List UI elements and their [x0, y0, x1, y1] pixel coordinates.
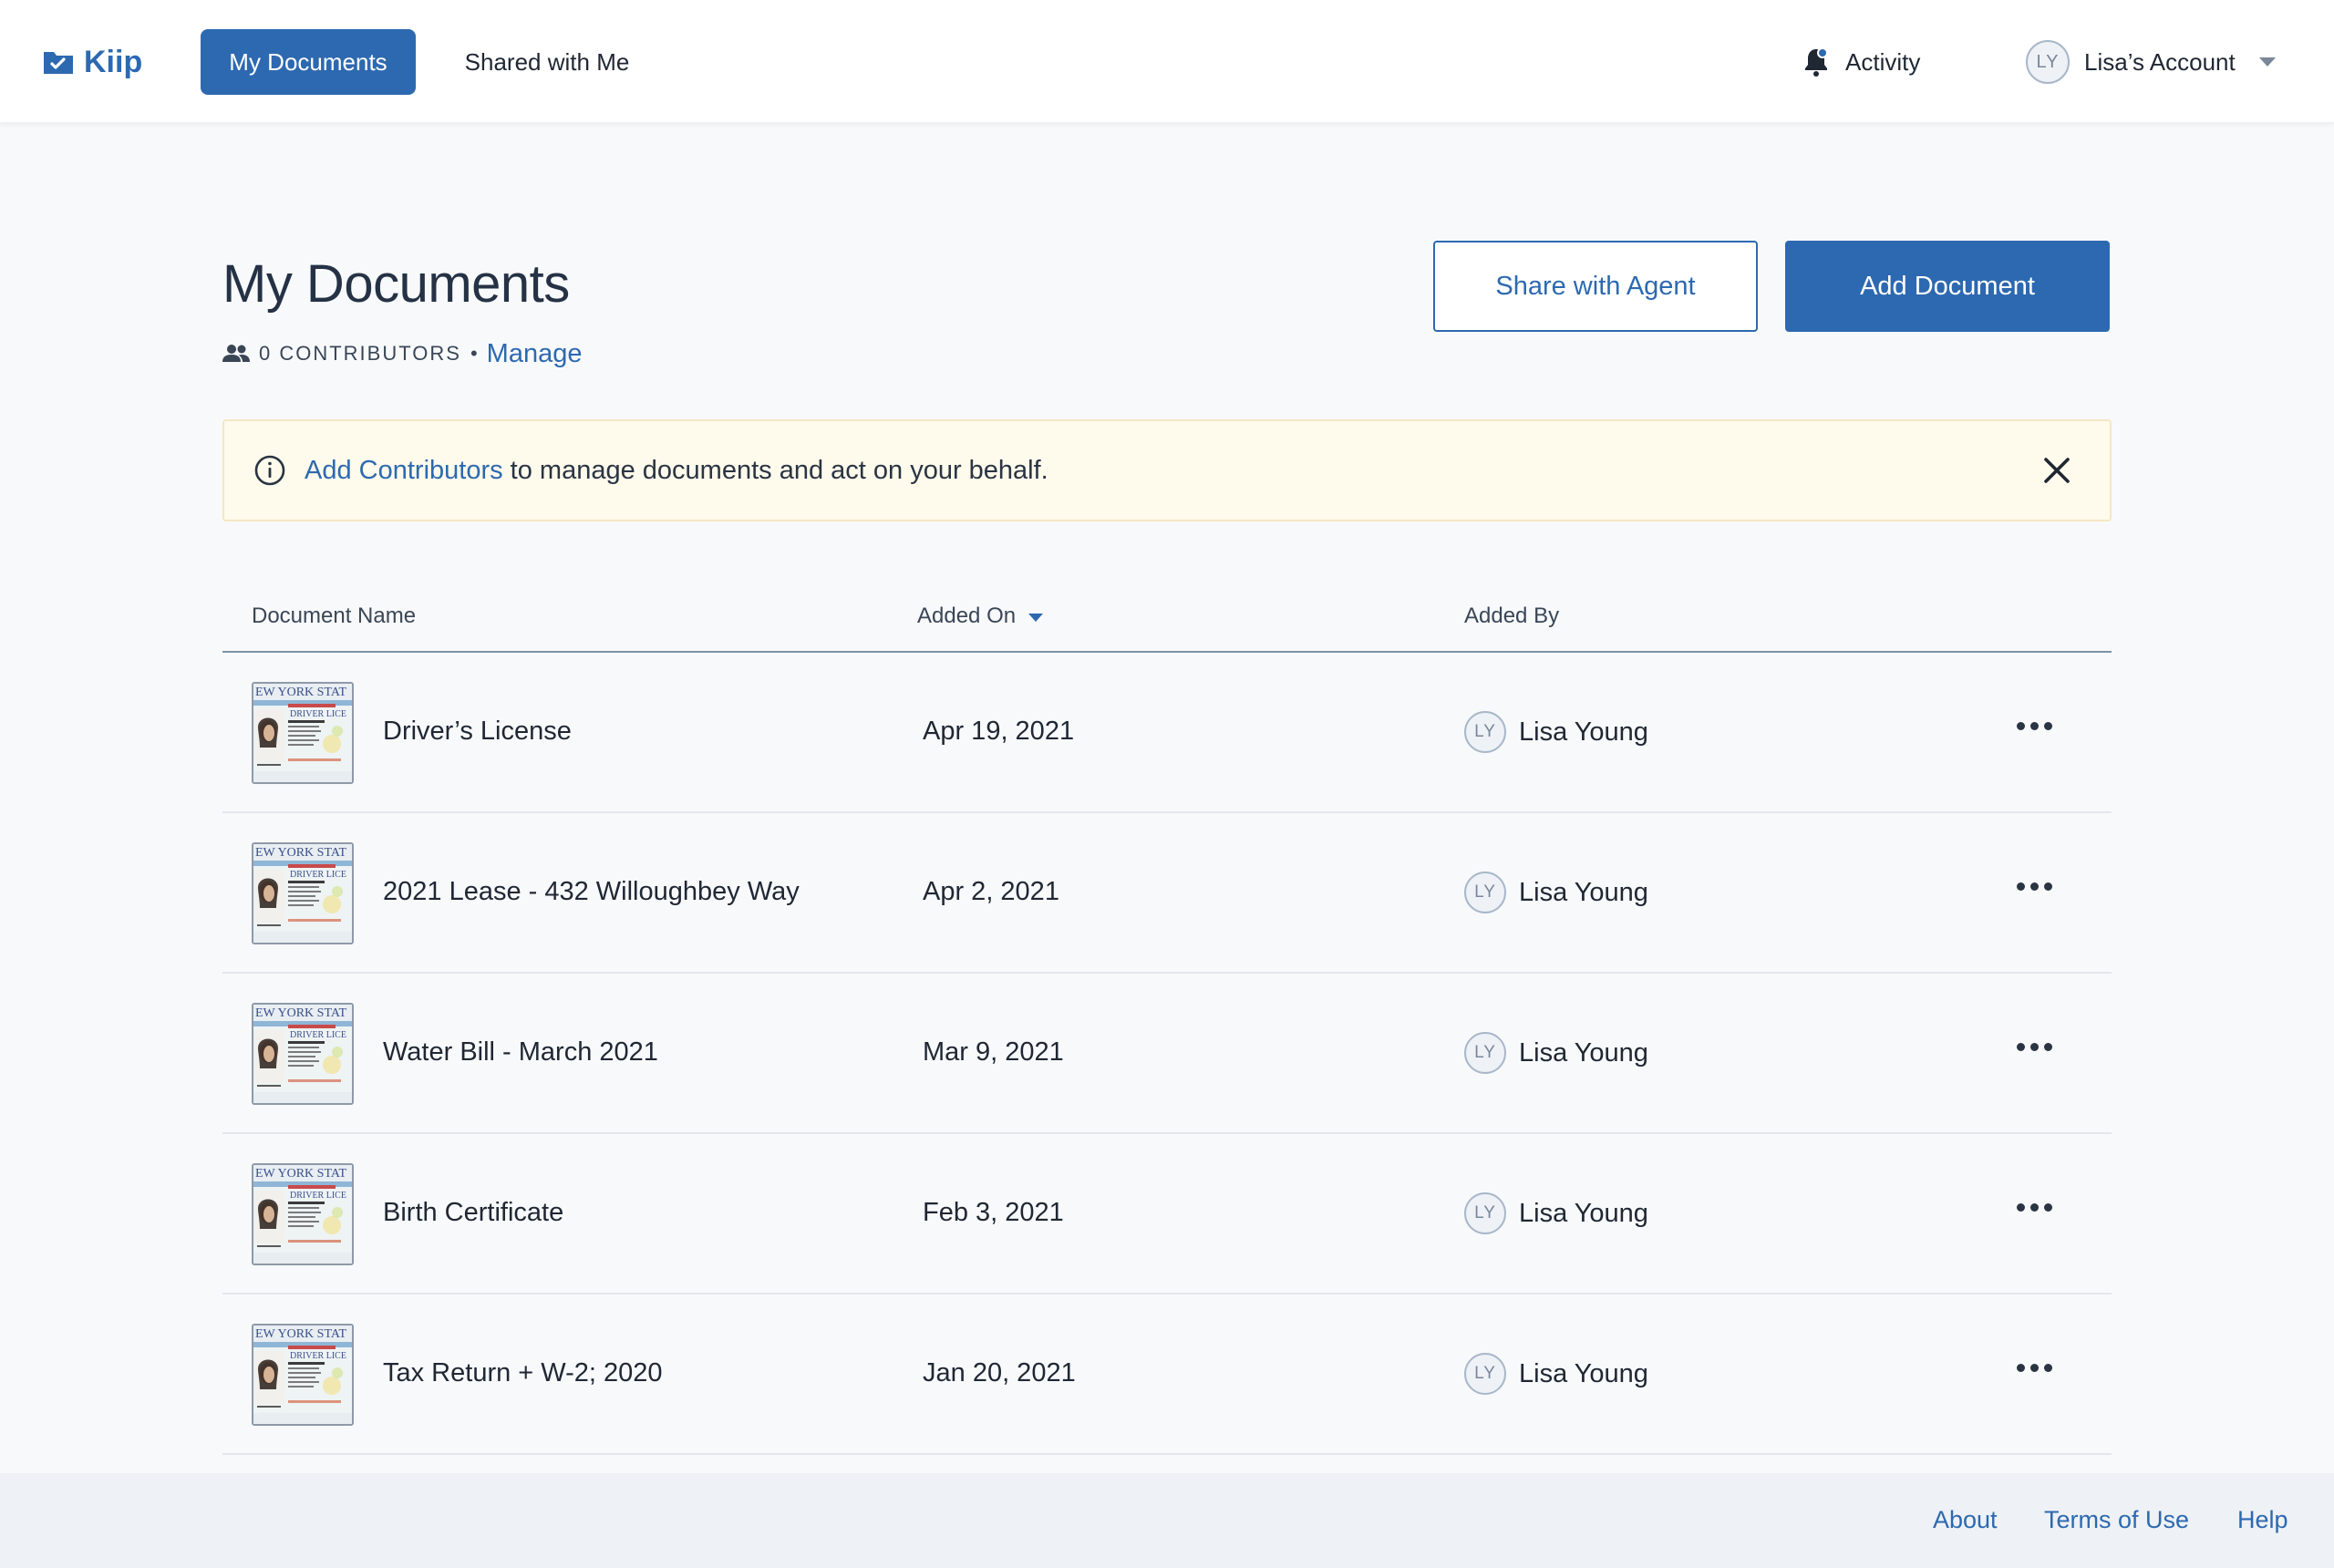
svg-text:DRIVER LICE: DRIVER LICE — [290, 709, 346, 719]
table-header: Document Name Added On Added By — [222, 580, 2112, 653]
contributors-summary: 0 CONTRIBUTORS • Manage — [222, 337, 582, 370]
account-avatar: LY — [2026, 40, 2070, 84]
column-header-added-on[interactable]: Added On — [917, 603, 1044, 629]
user-name: Lisa Young — [1519, 1037, 1648, 1068]
people-icon — [222, 345, 250, 362]
user-avatar: LY — [1464, 711, 1506, 753]
add-contributors-link[interactable]: Add Contributors — [305, 456, 503, 485]
user-name: Lisa Young — [1519, 1198, 1648, 1228]
user-name: Lisa Young — [1519, 717, 1648, 747]
banner-text: to manage documents and act on your beha… — [502, 455, 1048, 485]
document-added-on: Feb 3, 2021 — [923, 1198, 1064, 1227]
document-thumbnail: EW YORK STAT DRIVER LICE — [252, 842, 354, 944]
document-added-on: Apr 2, 2021 — [923, 877, 1059, 906]
close-icon[interactable] — [2039, 452, 2075, 489]
account-label: Lisa’s Account — [2084, 47, 2236, 76]
more-horizontal-icon[interactable] — [2017, 1043, 2052, 1051]
top-navigation: Kiip My Documents Shared with Me Activit… — [0, 0, 2334, 124]
manage-contributors-link[interactable]: Manage — [487, 339, 583, 369]
table-row[interactable]: EW YORK STAT DRIVER LICE — [222, 1295, 2112, 1455]
svg-text:DRIVER LICE: DRIVER LICE — [290, 1030, 346, 1040]
svg-text:DRIVER LICE: DRIVER LICE — [290, 1191, 346, 1201]
footer-help-link[interactable]: Help — [2237, 1506, 2288, 1534]
document-added-on: Mar 9, 2021 — [923, 1037, 1064, 1067]
info-banner: Add Contributors to manage documents and… — [222, 419, 2112, 521]
tab-shared-with-me[interactable]: Shared with Me — [445, 29, 649, 95]
brand-name: Kiip — [84, 44, 143, 79]
document-added-by: LY Lisa Young — [1464, 872, 1648, 913]
document-added-by: LY Lisa Young — [1464, 1192, 1648, 1234]
separator-dot: • — [470, 342, 478, 365]
document-added-by: LY Lisa Young — [1464, 711, 1648, 753]
more-horizontal-icon[interactable] — [2017, 882, 2052, 891]
document-added-by: LY Lisa Young — [1464, 1353, 1648, 1395]
document-name[interactable]: 2021 Lease - 432 Willoughbey Way — [383, 877, 800, 907]
svg-text:EW YORK STAT: EW YORK STAT — [255, 846, 346, 860]
document-name[interactable]: Water Bill - March 2021 — [383, 1037, 658, 1068]
info-icon — [254, 455, 285, 486]
table-row[interactable]: EW YORK STAT DRIVER LICE — [222, 1134, 2112, 1295]
svg-text:EW YORK STAT: EW YORK STAT — [255, 686, 346, 699]
more-horizontal-icon[interactable] — [2017, 1203, 2052, 1212]
more-horizontal-icon[interactable] — [2017, 722, 2052, 730]
activity-label: Activity — [1845, 47, 1921, 76]
banner-message: Add Contributors to manage documents and… — [305, 456, 1048, 486]
footer-about-link[interactable]: About — [1933, 1506, 1998, 1534]
document-added-on: Apr 19, 2021 — [923, 717, 1075, 746]
add-document-button[interactable]: Add Document — [1785, 241, 2110, 332]
document-name[interactable]: Tax Return + W-2; 2020 — [383, 1358, 663, 1388]
svg-text:EW YORK STAT: EW YORK STAT — [255, 1006, 346, 1020]
document-added-by: LY Lisa Young — [1464, 1032, 1648, 1074]
user-name: Lisa Young — [1519, 1358, 1648, 1388]
column-header-added-on-label: Added On — [917, 603, 1017, 628]
document-name[interactable]: Birth Certificate — [383, 1198, 563, 1228]
document-added-on: Jan 20, 2021 — [923, 1358, 1076, 1387]
document-thumbnail: EW YORK STAT DRIVER LICE — [252, 1003, 354, 1105]
svg-text:DRIVER LICE: DRIVER LICE — [290, 870, 346, 880]
table-row[interactable]: EW YORK STAT DRIVER LICE — [222, 813, 2112, 974]
document-thumbnail: EW YORK STAT DRIVER LICE — [252, 1324, 354, 1426]
table-row[interactable]: EW YORK STAT DRIVER LICE — [222, 974, 2112, 1134]
column-header-document-name[interactable]: Document Name — [252, 603, 416, 629]
svg-text:EW YORK STAT: EW YORK STAT — [255, 1327, 346, 1341]
sort-down-icon — [1028, 613, 1044, 622]
bell-icon — [1805, 47, 1828, 77]
kiip-logo[interactable]: Kiip — [42, 40, 142, 84]
more-horizontal-icon[interactable] — [2017, 1364, 2052, 1372]
contributors-count: 0 CONTRIBUTORS — [259, 342, 461, 365]
svg-text:DRIVER LICE: DRIVER LICE — [290, 1351, 346, 1361]
footer-terms-link[interactable]: Terms of Use — [2044, 1506, 2189, 1534]
account-menu[interactable]: LY Lisa’s Account — [2026, 38, 2276, 86]
column-header-added-by[interactable]: Added By — [1464, 603, 1559, 629]
user-avatar: LY — [1464, 1192, 1506, 1234]
footer: About Terms of Use Help — [0, 1473, 2334, 1568]
activity-button[interactable]: Activity — [1803, 40, 1920, 84]
user-avatar: LY — [1464, 872, 1506, 913]
chevron-down-icon — [2258, 57, 2276, 67]
user-name: Lisa Young — [1519, 877, 1648, 907]
document-thumbnail: EW YORK STAT DRIVER LICE — [252, 1163, 354, 1265]
tab-my-documents[interactable]: My Documents — [201, 29, 416, 95]
document-name[interactable]: Driver’s License — [383, 717, 572, 747]
svg-text:EW YORK STAT: EW YORK STAT — [255, 1167, 346, 1181]
page-title: My Documents — [222, 254, 570, 314]
document-thumbnail: EW YORK STAT DRIVER LICE — [252, 682, 354, 784]
user-avatar: LY — [1464, 1353, 1506, 1395]
table-row[interactable]: EW YORK STAT DRIVER LICE — [222, 653, 2112, 813]
share-with-agent-button[interactable]: Share with Agent — [1433, 241, 1758, 332]
kiip-logo-icon — [44, 52, 73, 74]
user-avatar: LY — [1464, 1032, 1506, 1074]
